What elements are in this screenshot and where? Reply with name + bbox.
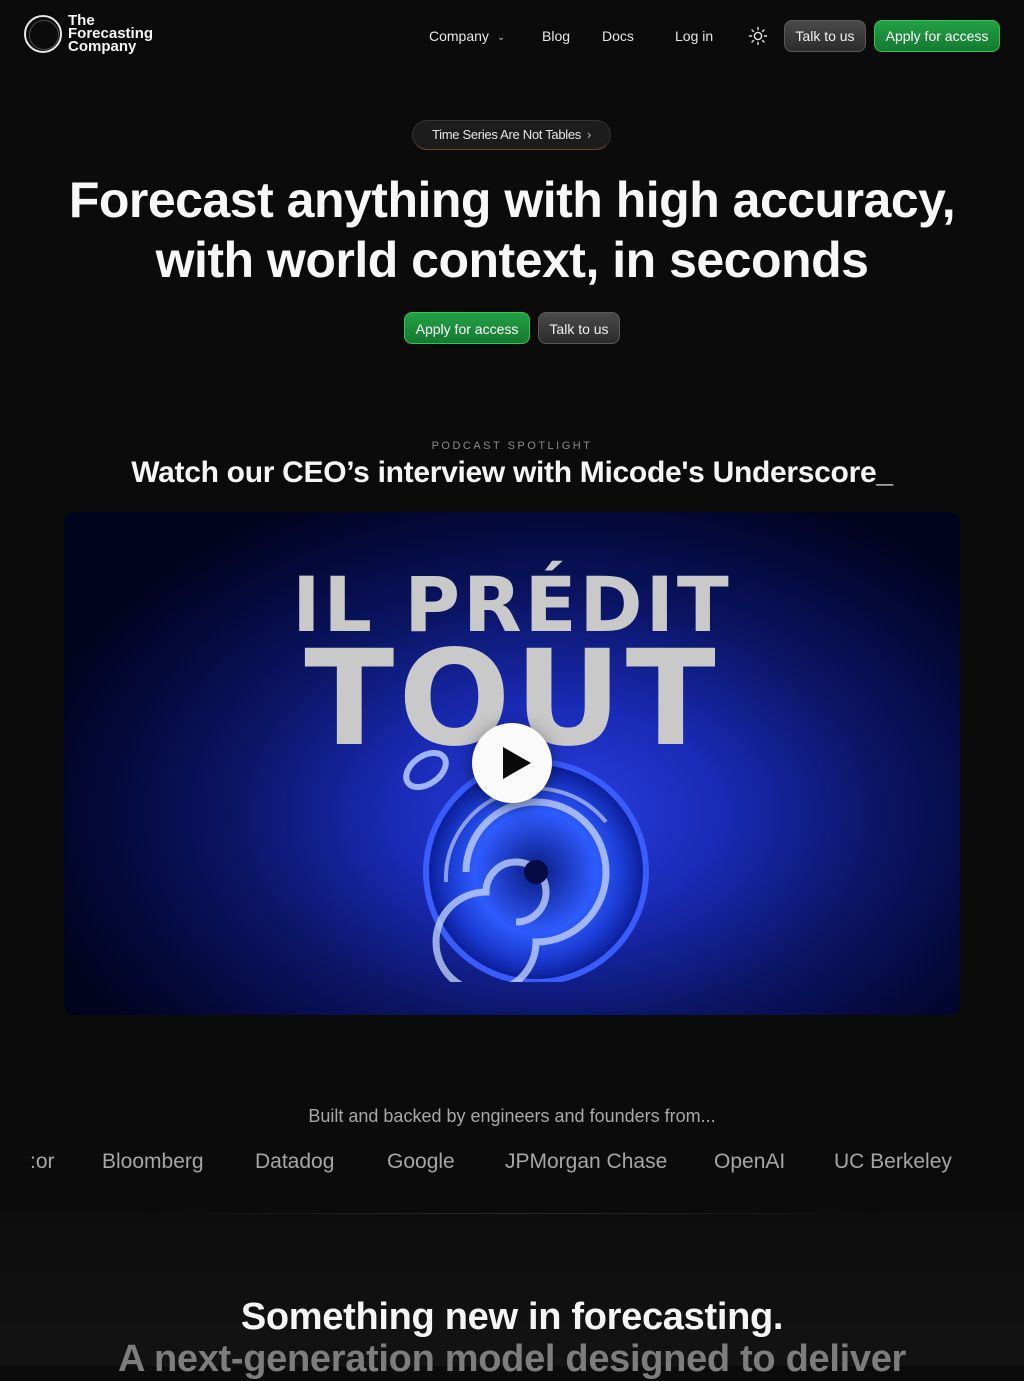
company-logo-ucberkeley: UC Berkeley bbox=[834, 1150, 952, 1173]
nav-docs[interactable]: Docs bbox=[602, 20, 634, 52]
chevron-down-icon: ⌄ bbox=[496, 32, 506, 43]
podcast-title: Watch our CEO’s interview with Micode's … bbox=[131, 456, 893, 489]
company-logo-datadog: Datadog bbox=[255, 1150, 335, 1173]
feature-section-title: Something new in forecasting. bbox=[240, 1296, 784, 1338]
nav-company-label: Company bbox=[429, 28, 489, 44]
company-logo-jpmorgan: JPMorgan Chase bbox=[505, 1150, 668, 1173]
hero-heading-line-1: Forecast anything with high accuracy, bbox=[68, 172, 956, 228]
company-logo-bloomberg: Bloomberg bbox=[102, 1150, 204, 1173]
backers-intro: Built and backed by engineers and founde… bbox=[308, 1106, 716, 1126]
announcement-label: Time Series Are Not Tables bbox=[431, 127, 581, 142]
company-logo-openai: OpenAI bbox=[714, 1150, 786, 1173]
sun-icon[interactable] bbox=[747, 25, 769, 47]
nav-blog[interactable]: Blog bbox=[542, 20, 570, 52]
company-logo-partial: :or bbox=[30, 1150, 55, 1173]
feature-section-subtitle: A next-generation model designed to deli… bbox=[117, 1338, 907, 1380]
header-apply-button[interactable]: Apply for access bbox=[874, 20, 1000, 52]
announcement-pill[interactable]: Time Series Are Not Tables › bbox=[412, 120, 611, 150]
hero-apply-button[interactable]: Apply for access bbox=[404, 312, 530, 344]
hero-heading: Forecast anything with high accuracy, wi… bbox=[0, 170, 1024, 290]
play-icon[interactable] bbox=[472, 723, 552, 803]
chevron-right-icon: › bbox=[586, 127, 592, 142]
header-talk-button[interactable]: Talk to us bbox=[784, 20, 866, 52]
site-header: The Forecasting Company Company ⌄ Blog Do… bbox=[0, 0, 1024, 72]
backers-logo-strip: :or Bloomberg Datadog Google JPMorgan Ch… bbox=[30, 1148, 990, 1178]
hero-heading-line-2: with world context, in seconds bbox=[155, 232, 869, 288]
nav-company[interactable]: Company ⌄ bbox=[429, 20, 505, 52]
hero-talk-button[interactable]: Talk to us bbox=[538, 312, 620, 344]
company-logo-google: Google bbox=[387, 1150, 455, 1173]
main-nav: Company ⌄ Blog Docs Log in Talk to us App… bbox=[0, 20, 1024, 52]
nav-login[interactable]: Log in bbox=[675, 20, 713, 52]
podcast-video[interactable]: IL PRÉDIT TOUT bbox=[64, 512, 960, 1015]
podcast-eyebrow: PODCAST SPOTLIGHT bbox=[431, 440, 593, 452]
